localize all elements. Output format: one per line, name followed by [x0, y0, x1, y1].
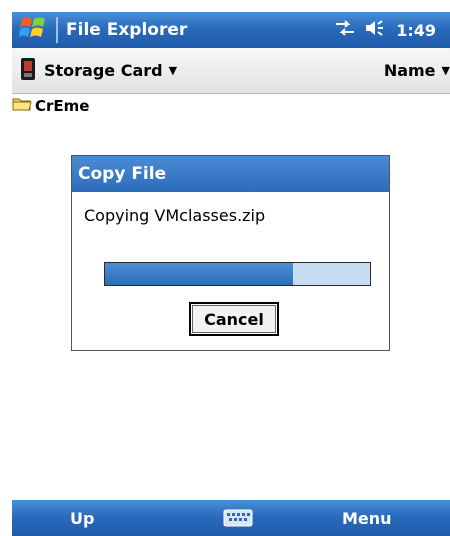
up-softkey[interactable]: Up — [70, 509, 94, 528]
folder-icon — [12, 96, 32, 116]
keyboard-icon[interactable] — [223, 508, 253, 532]
folder-dropdown[interactable]: Storage Card ▼ — [12, 57, 384, 85]
app-title: File Explorer — [66, 20, 188, 40]
copy-file-dialog: Copy File Copying VMclasses.zip Cancel — [71, 155, 390, 351]
sort-label: Name — [383, 61, 436, 80]
volume-icon[interactable] — [364, 18, 388, 42]
location-bar: Storage Card ▼ Name ▼ — [12, 48, 450, 94]
menu-bar: Up Menu — [12, 500, 450, 536]
progress-fill — [105, 263, 294, 285]
chevron-down-icon: ▼ — [441, 64, 450, 77]
menu-softkey[interactable]: Menu — [342, 509, 392, 528]
dialog-title: Copy File — [72, 156, 389, 192]
cancel-button[interactable]: Cancel — [189, 302, 279, 336]
list-item[interactable]: CrEme — [12, 95, 450, 117]
storage-card-icon — [20, 57, 36, 85]
clock[interactable]: 1:49 — [396, 21, 436, 40]
title-bar: File Explorer 1:49 — [12, 12, 450, 48]
file-list: CrEme — [12, 95, 450, 117]
chevron-down-icon: ▼ — [168, 64, 178, 77]
connectivity-icon[interactable] — [334, 19, 356, 41]
start-button[interactable] — [12, 12, 56, 48]
system-tray: 1:49 — [334, 18, 450, 42]
windows-flag-icon — [19, 15, 49, 45]
folder-name: Storage Card — [44, 61, 163, 80]
file-name: CrEme — [35, 97, 90, 115]
dialog-message: Copying VMclasses.zip — [84, 206, 266, 225]
progress-bar — [104, 262, 371, 286]
title-separator — [56, 17, 58, 43]
sort-dropdown[interactable]: Name ▼ — [384, 61, 450, 80]
